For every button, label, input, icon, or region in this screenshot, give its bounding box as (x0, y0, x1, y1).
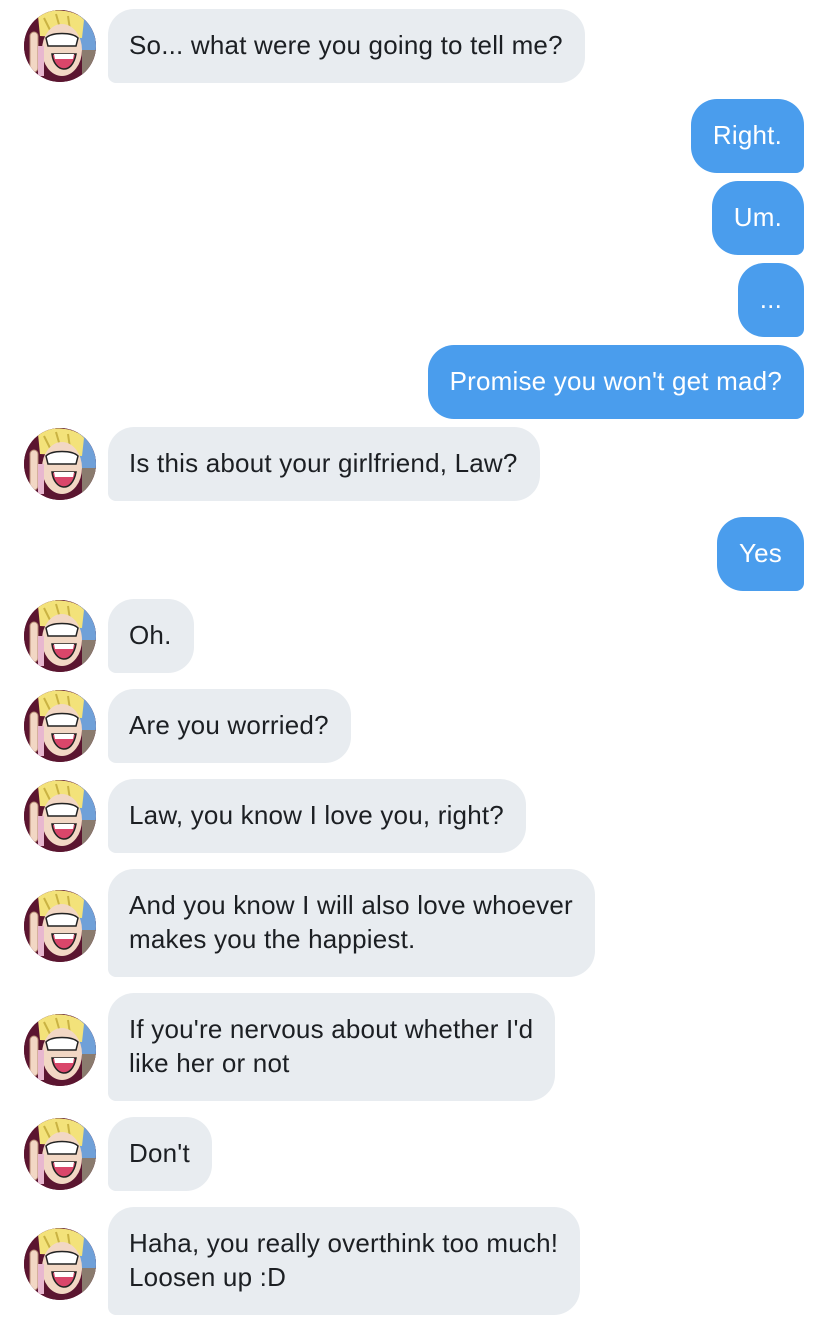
message-row: Promise you won't get mad? (0, 345, 828, 419)
outgoing-message-bubble[interactable]: Yes (716, 517, 804, 591)
message-text: Is this about your girlfriend, Law? (129, 448, 518, 478)
message-row: Yes (0, 517, 828, 591)
incoming-message-bubble[interactable]: So... what were you going to tell me? (108, 9, 585, 83)
incoming-message-bubble[interactable]: If you're nervous about whether I'd like … (108, 993, 556, 1101)
message-text: Um. (733, 202, 782, 232)
message-row: Oh. (0, 599, 828, 673)
outgoing-message-bubble[interactable]: Right. (690, 99, 804, 173)
contact-avatar-icon[interactable] (24, 1014, 96, 1086)
message-text: And you know I will also love whoever (129, 890, 573, 920)
incoming-message-bubble[interactable]: Is this about your girlfriend, Law? (108, 427, 540, 501)
contact-avatar-icon[interactable] (24, 10, 96, 82)
contact-avatar-icon[interactable] (24, 428, 96, 500)
incoming-message-bubble[interactable]: And you know I will also love whoever mak… (108, 869, 595, 977)
contact-avatar-icon[interactable] (24, 1118, 96, 1190)
outgoing-message-bubble[interactable]: Promise you won't get mad? (427, 345, 804, 419)
contact-avatar-icon[interactable] (24, 780, 96, 852)
contact-avatar-icon[interactable] (24, 600, 96, 672)
message-text: Law, you know I love you, right? (129, 800, 504, 830)
contact-avatar-icon[interactable] (24, 690, 96, 762)
message-text: Haha, you really overthink too much! (129, 1228, 559, 1258)
message-row: ... (0, 263, 828, 337)
message-row: And you know I will also love whoever mak… (0, 869, 828, 977)
message-row: Haha, you really overthink too much! Loos… (0, 1207, 828, 1315)
outgoing-message-bubble[interactable]: ... (737, 263, 804, 337)
contact-avatar-icon[interactable] (24, 1228, 96, 1300)
message-text: like her or not (129, 1048, 290, 1078)
contact-avatar-icon[interactable] (24, 890, 96, 962)
incoming-message-bubble[interactable]: Are you worried? (108, 689, 351, 763)
incoming-message-bubble[interactable]: Oh. (108, 599, 194, 673)
message-row: If you're nervous about whether I'd like … (0, 993, 828, 1101)
message-row: Law, you know I love you, right? (0, 779, 828, 853)
message-text: Don't (129, 1138, 190, 1168)
message-text: Oh. (129, 620, 172, 650)
message-text: Right. (712, 120, 782, 150)
incoming-message-bubble[interactable]: Don't (108, 1117, 212, 1191)
message-text: ... (759, 284, 782, 314)
outgoing-message-bubble[interactable]: Um. (711, 181, 804, 255)
message-text: If you're nervous about whether I'd (129, 1014, 534, 1044)
message-text: Yes (738, 538, 782, 568)
message-row: Are you worried? (0, 689, 828, 763)
message-text: So... what were you going to tell me? (129, 30, 563, 60)
message-row: Right. (0, 99, 828, 173)
message-row: Um. (0, 181, 828, 255)
message-text: Are you worried? (129, 710, 329, 740)
incoming-message-bubble[interactable]: Law, you know I love you, right? (108, 779, 526, 853)
message-row: Is this about your girlfriend, Law? (0, 427, 828, 501)
message-text: makes you the happiest. (129, 924, 416, 954)
incoming-message-bubble[interactable]: Haha, you really overthink too much! Loos… (108, 1207, 581, 1315)
message-row: So... what were you going to tell me? (0, 9, 828, 83)
message-text: Loosen up :D (129, 1262, 287, 1292)
message-text: Promise you won't get mad? (449, 366, 782, 396)
message-row: Don't (0, 1117, 828, 1191)
